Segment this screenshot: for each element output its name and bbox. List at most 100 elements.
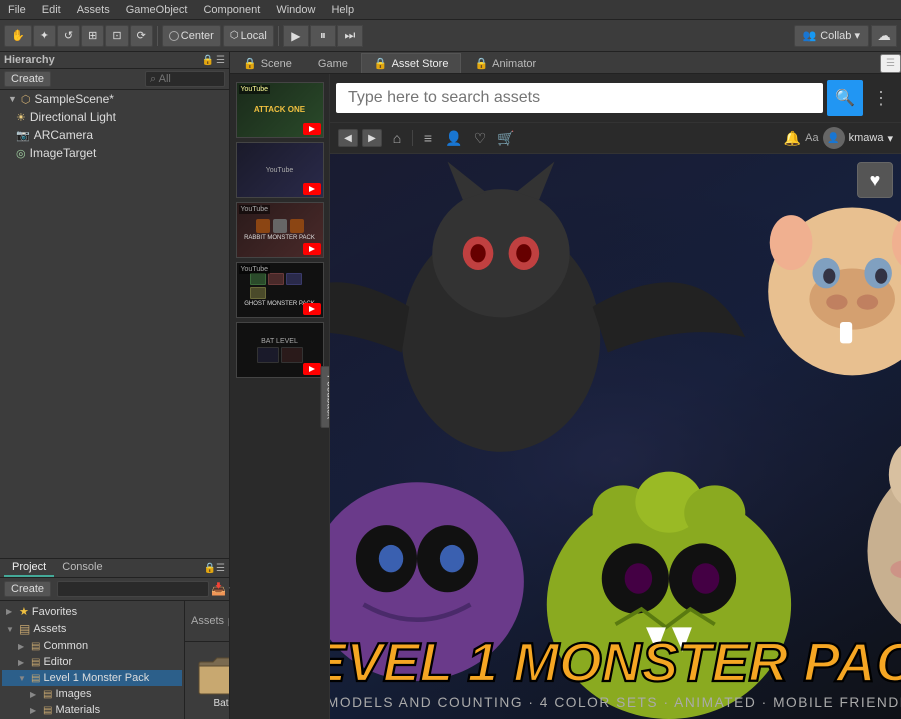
transform-tool-btn[interactable]: ⟳: [130, 25, 153, 47]
menu-component[interactable]: Component: [195, 2, 268, 18]
collab-icon: 👥: [803, 29, 817, 42]
user-profile-btn[interactable]: 👤 kmawa ▾: [823, 127, 893, 149]
asset-thumb-3[interactable]: RABBIT MONSTER PACK YouTube: [236, 202, 324, 258]
left-panel: Hierarchy 🔒 ☰ Create ▼ ⬡ SampleScene* ☀: [0, 52, 230, 719]
arcamera-label: ARCamera: [34, 128, 93, 142]
monster-pack-expand-icon: ▼: [18, 674, 28, 683]
hierarchy-menu-btn[interactable]: ☰: [216, 55, 225, 66]
main-layout: Hierarchy 🔒 ☰ Create ▼ ⬡ SampleScene* ☀: [0, 52, 901, 719]
tab-scene[interactable]: 🔒 Scene: [230, 53, 305, 73]
folder-bat[interactable]: Bat: [193, 650, 229, 713]
feedback-tab[interactable]: Feedback: [321, 366, 330, 428]
project-create-btn[interactable]: Create: [4, 581, 51, 597]
tab-game[interactable]: Game: [305, 53, 361, 73]
assets-label: Assets: [33, 623, 66, 635]
tree-level1-monster-pack[interactable]: ▼ ▤ Level 1 Monster Pack: [2, 670, 182, 686]
nav-sep: [412, 130, 413, 146]
tabs-bar: 🔒 Scene Game 🔒 Asset Store 🔒 Animator ☰: [230, 52, 901, 74]
svg-text:LEVEL 1 MONSTER PACK: LEVEL 1 MONSTER PACK: [330, 631, 901, 693]
pivot-center-btn[interactable]: Center: [162, 25, 221, 47]
scale-tool-btn[interactable]: ⊞: [81, 25, 104, 47]
project-tabs-bar: Project Console 🔒 ☰: [0, 559, 229, 578]
user-avatar: 👤: [823, 127, 845, 149]
project-lock-btn[interactable]: 🔒: [204, 563, 216, 574]
step-btn[interactable]: ⏭: [337, 25, 363, 47]
hierarchy-lock-btn[interactable]: 🔒: [202, 55, 214, 66]
pause-btn[interactable]: ⏸: [310, 25, 336, 47]
move-tool-btn[interactable]: ✦: [33, 25, 56, 47]
nav-back-btn[interactable]: ◀: [338, 129, 358, 147]
nav-forward-btn[interactable]: ▶: [362, 129, 382, 147]
nav-account-btn[interactable]: 👤: [443, 128, 465, 148]
hierarchy-title: Hierarchy: [4, 54, 55, 66]
collab-btn[interactable]: 👥 Collab ▾: [794, 25, 869, 47]
right-panel: 🔒 Scene Game 🔒 Asset Store 🔒 Animator ☰ …: [230, 52, 901, 719]
materials-label: Materials: [55, 704, 100, 716]
hierarchy-item-directional-light[interactable]: ☀ Directional Light: [0, 108, 229, 126]
heart-icon: ♥: [870, 170, 881, 191]
language-btn[interactable]: Aa: [805, 132, 818, 144]
asset-thumb-5[interactable]: BAT LEVEL: [236, 322, 324, 378]
imagetarget-label: ImageTarget: [30, 146, 97, 160]
rotate-tool-btn[interactable]: ↺: [57, 25, 80, 47]
editor-expand-icon: ▶: [18, 658, 28, 667]
menu-window[interactable]: Window: [268, 2, 323, 18]
hierarchy-toolbar: Create: [0, 69, 229, 90]
menu-help[interactable]: Help: [323, 2, 362, 18]
rect-tool-btn[interactable]: ⊡: [105, 25, 128, 47]
hierarchy-item-arcamera[interactable]: 📷 ARCamera: [0, 126, 229, 144]
hierarchy-tree: ▼ ⬡ SampleScene* ☀ Directional Light 📷 A…: [0, 90, 229, 558]
cloud-btn[interactable]: ☁: [871, 25, 897, 47]
monster-pack-label: Level 1 Monster Pack: [43, 672, 149, 684]
tab-console[interactable]: Console: [54, 559, 110, 577]
light-icon: ☀: [16, 111, 26, 124]
tree-editor[interactable]: ▶ ▤ Editor: [2, 654, 182, 670]
menu-assets[interactable]: Assets: [69, 2, 118, 18]
hierarchy-item-imagetarget[interactable]: ◎ ImageTarget: [0, 144, 229, 162]
nav-cart-btn[interactable]: 🛒: [495, 128, 517, 148]
asset-search-input[interactable]: [336, 83, 823, 113]
play-btn[interactable]: ▶: [283, 25, 309, 47]
asset-thumb-4[interactable]: GHOST MONSTER PACK YouTube: [236, 262, 324, 318]
target-icon: ◎: [16, 147, 26, 160]
asset-search-btn[interactable]: 🔍: [827, 80, 863, 116]
breadcrumb-sep1: ▶: [228, 615, 229, 628]
hierarchy-create-btn[interactable]: Create: [4, 71, 51, 87]
breadcrumb-assets[interactable]: Assets: [191, 615, 224, 627]
playback-controls: ▶ ⏸ ⏭: [283, 25, 363, 47]
hierarchy-scene-root[interactable]: ▼ ⬡ SampleScene*: [0, 90, 229, 108]
tree-favorites[interactable]: ▶ ★ Favorites: [2, 603, 182, 620]
menu-file[interactable]: File: [0, 2, 34, 18]
asset-search-more-btn[interactable]: ⋮: [867, 84, 895, 112]
save-to-packages-btn[interactable]: 📥: [211, 580, 226, 598]
notification-btn[interactable]: 🔔: [784, 130, 801, 147]
images-folder-icon: ▤: [43, 689, 52, 700]
star-icon: ★: [19, 605, 29, 618]
project-search-input[interactable]: [57, 581, 209, 597]
menu-edit[interactable]: Edit: [34, 2, 69, 18]
hierarchy-panel-icons: 🔒 ☰: [202, 55, 225, 66]
tab-project[interactable]: Project: [4, 559, 54, 577]
nav-wishlist-btn[interactable]: ♡: [469, 128, 491, 148]
editor-label: Editor: [43, 656, 72, 668]
menu-gameobject[interactable]: GameObject: [118, 2, 196, 18]
hand-tool-btn[interactable]: ✋: [4, 25, 32, 47]
hierarchy-search-input[interactable]: [145, 71, 225, 87]
tree-images[interactable]: ▶ ▤ Images: [2, 686, 182, 702]
tree-materials[interactable]: ▶ ▤ Materials: [2, 702, 182, 718]
tab-asset-store[interactable]: 🔒 Asset Store: [361, 53, 462, 73]
pivot-local-btn[interactable]: ⬡ Local: [223, 25, 274, 47]
nav-home-btn[interactable]: ⌂: [386, 128, 408, 148]
nav-list-btn[interactable]: ≡: [417, 128, 439, 148]
wishlist-heart-btn[interactable]: ♥: [857, 162, 893, 198]
asset-thumb-2[interactable]: YouTube: [236, 142, 324, 198]
images-label: Images: [55, 688, 91, 700]
tree-common[interactable]: ▶ ▤ Common: [2, 638, 182, 654]
tab-menu-btn[interactable]: ☰: [880, 54, 901, 73]
tab-animator[interactable]: 🔒 Animator: [461, 53, 549, 73]
monster-scene-svg: LEVEL 1 MONSTER PACK 4 MODELS AND COUNTI…: [330, 154, 901, 719]
search-icon: 🔍: [835, 88, 855, 108]
project-menu-btn[interactable]: ☰: [216, 563, 225, 574]
asset-thumb-1[interactable]: ATTACK ONE YouTube: [236, 82, 324, 138]
tree-assets[interactable]: ▼ ▤ Assets: [2, 620, 182, 638]
